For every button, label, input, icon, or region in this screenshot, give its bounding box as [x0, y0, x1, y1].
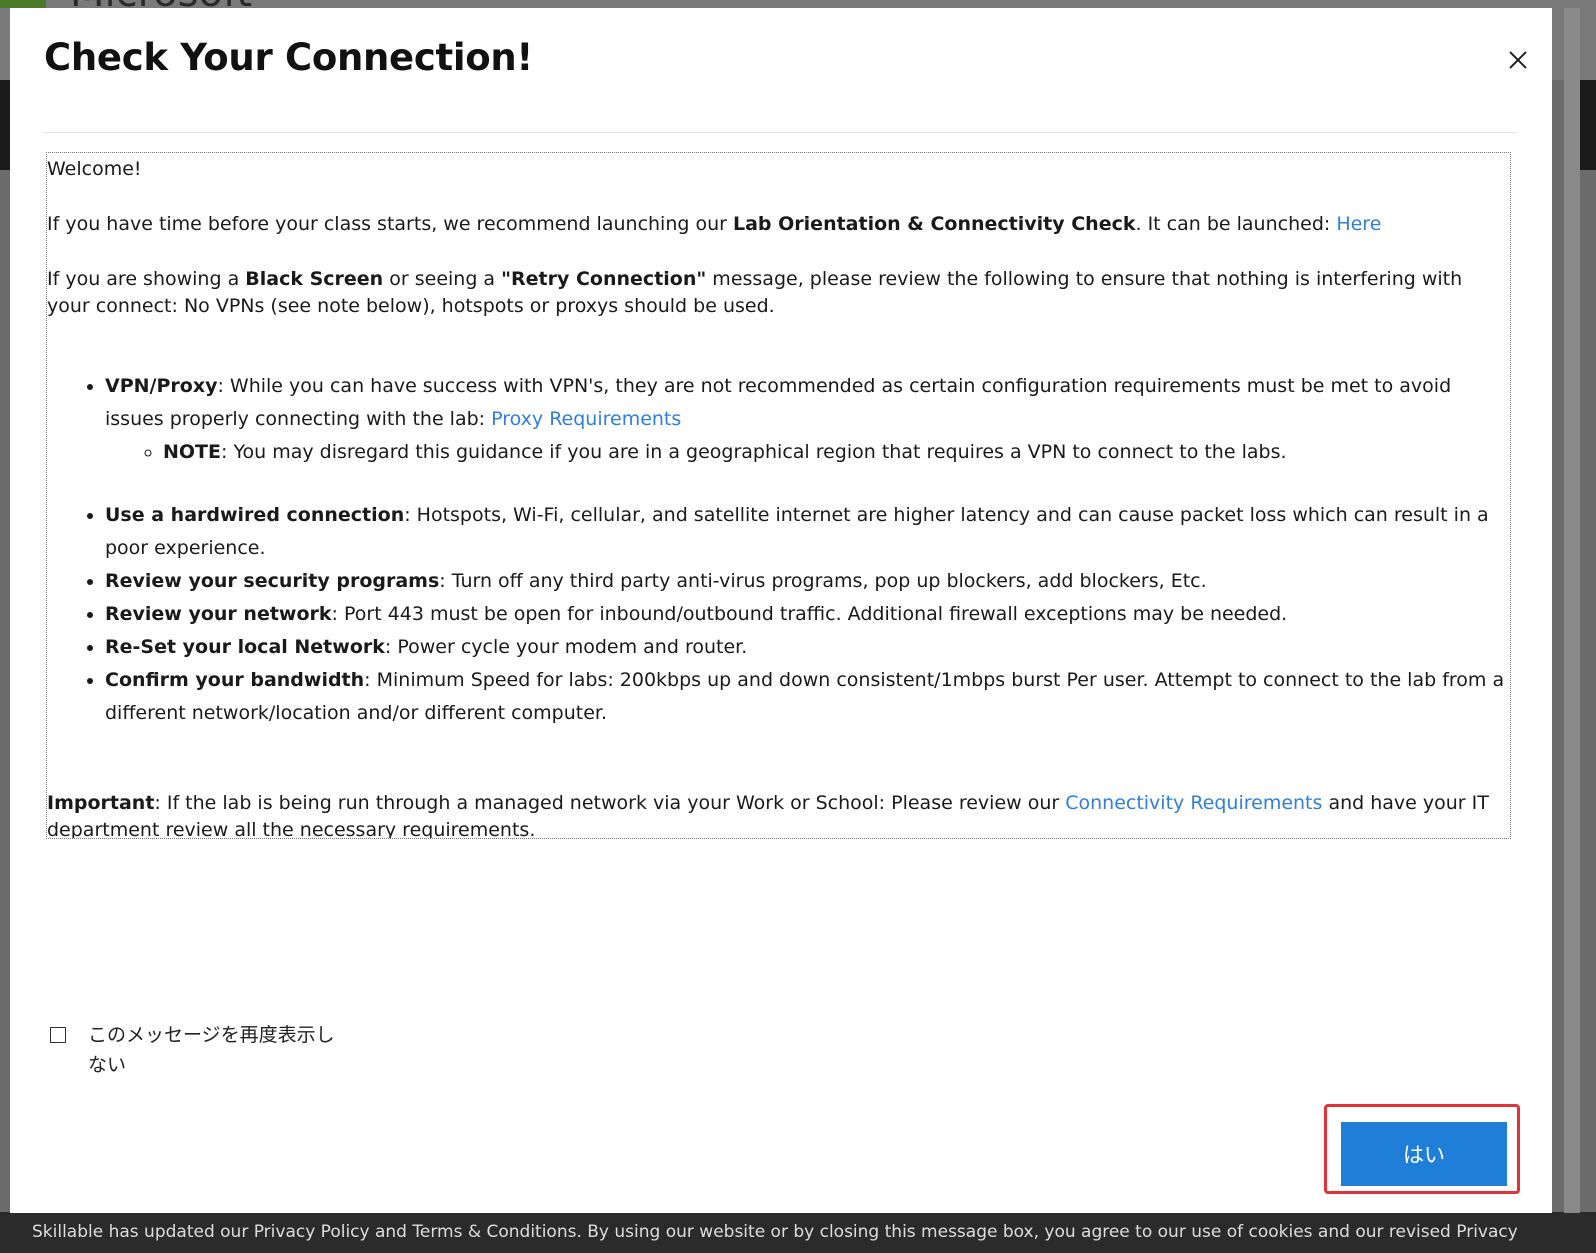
lab-intro-bold: Lab Orientation & Connectivity Check — [733, 213, 1136, 235]
list-item: VPN/Proxy: While you can have success wi… — [105, 370, 1510, 469]
page-scrollbar[interactable] — [1564, 8, 1580, 1213]
black-text-pre: If you are showing a — [47, 268, 246, 290]
dont-show-again: このメッセージを再度表示しない — [50, 1020, 350, 1080]
modal-title: Check Your Connection! — [44, 36, 533, 79]
item-text: : Turn off any third party anti-virus pr… — [439, 570, 1207, 592]
proxy-requirements-link[interactable]: Proxy Requirements — [491, 408, 681, 430]
modal-content: Welcome! If you have time before your cl… — [46, 152, 1511, 839]
list-item: Use a hardwired connection: Hotspots, Wi… — [105, 499, 1510, 565]
close-icon — [1509, 51, 1527, 69]
important-bold: Important — [47, 792, 155, 814]
checklist: VPN/Proxy: While you can have success wi… — [47, 370, 1510, 730]
item-text: : Power cycle your modem and router. — [384, 636, 748, 658]
black-text-mid: or seeing a — [383, 268, 502, 290]
item-bold: Re-Set your local Network — [105, 636, 385, 658]
dont-show-checkbox[interactable] — [50, 1027, 66, 1043]
note-text: : You may disregard this guidance if you… — [221, 441, 1287, 463]
yes-button[interactable]: はい — [1341, 1122, 1507, 1186]
dont-show-label: このメッセージを再度表示しない — [88, 1024, 335, 1076]
item-bold: Confirm your bandwidth — [105, 669, 365, 691]
black-screen-paragraph: If you are showing a Black Screen or see… — [47, 266, 1510, 320]
list-item: Confirm your bandwidth: Minimum Speed fo… — [105, 664, 1510, 730]
connection-modal: Check Your Connection! Welcome! If you h… — [10, 8, 1552, 1213]
header-divider — [44, 132, 1516, 133]
close-button[interactable] — [1504, 46, 1532, 74]
here-link[interactable]: Here — [1336, 213, 1381, 235]
sub-list: NOTE: You may disregard this guidance if… — [105, 436, 1510, 469]
item-bold: VPN/Proxy — [105, 375, 218, 397]
note-item: NOTE: You may disregard this guidance if… — [163, 436, 1510, 469]
important-text-pre: : If the lab is being run through a mana… — [154, 792, 1066, 814]
item-text: : While you can have success with VPN's,… — [105, 375, 1452, 430]
item-bold: Review your security programs — [105, 570, 440, 592]
item-bold: Review your network — [105, 603, 332, 625]
welcome-text: Welcome! — [47, 158, 142, 180]
important-paragraph: Important: If the lab is being run throu… — [47, 790, 1510, 838]
cookie-banner: Skillable has updated our Privacy Policy… — [0, 1212, 1596, 1253]
microsoft-logo-icon — [0, 0, 46, 8]
connectivity-requirements-link[interactable]: Connectivity Requirements — [1065, 792, 1322, 814]
note-bold: NOTE — [163, 441, 221, 463]
retry-connection-bold: "Retry Connection" — [501, 268, 707, 290]
list-item: Review your security programs: Turn off … — [105, 565, 1510, 598]
lab-intro-paragraph: If you have time before your class start… — [47, 211, 1510, 238]
list-item: Review your network: Port 443 must be op… — [105, 598, 1510, 631]
lab-intro-text: If you have time before your class start… — [47, 213, 733, 235]
lab-intro-text-post: . It can be launched: — [1135, 213, 1337, 235]
list-item: Re-Set your local Network: Power cycle y… — [105, 631, 1510, 664]
item-bold: Use a hardwired connection — [105, 504, 405, 526]
item-text: : Port 443 must be open for inbound/outb… — [331, 603, 1288, 625]
background-band-left — [0, 80, 10, 170]
black-screen-bold: Black Screen — [245, 268, 384, 290]
